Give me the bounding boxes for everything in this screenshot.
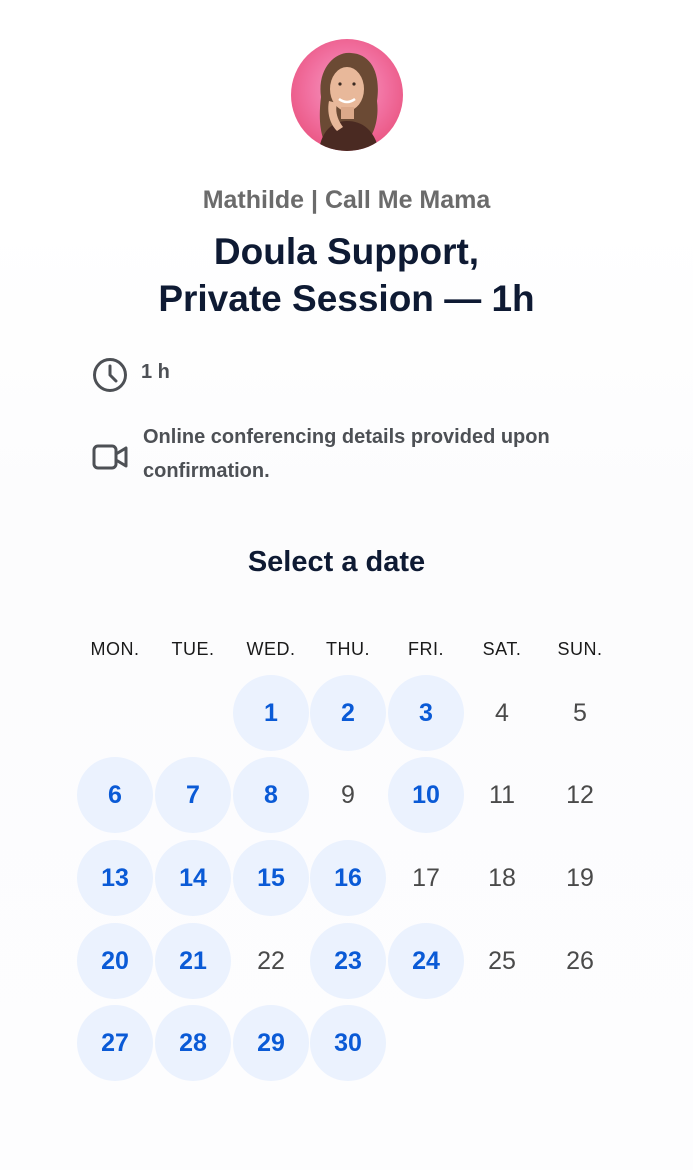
date-unavailable-11: 11 bbox=[489, 780, 515, 809]
owner-name: Mathilde | Call Me Mama bbox=[202, 186, 491, 214]
avatar bbox=[291, 39, 403, 151]
date-button-27[interactable]: 27 bbox=[77, 1005, 153, 1081]
date-button-24[interactable]: 24 bbox=[388, 923, 464, 999]
event-title-line-2: Private Session — 1h bbox=[158, 278, 535, 319]
date-button-6[interactable]: 6 bbox=[77, 757, 153, 833]
date-unavailable-26: 26 bbox=[566, 946, 594, 975]
booking-page: Mathilde | Call Me Mama Doula Support, P… bbox=[0, 0, 693, 1170]
weekday-tue: TUE. bbox=[171, 639, 215, 659]
weekday-sun: SUN. bbox=[557, 639, 603, 659]
date-unavailable-4: 4 bbox=[495, 698, 509, 727]
date-button-2[interactable]: 2 bbox=[310, 675, 386, 751]
date-button-13[interactable]: 13 bbox=[77, 840, 153, 916]
date-button-16[interactable]: 16 bbox=[310, 840, 386, 916]
date-button-7[interactable]: 7 bbox=[155, 757, 231, 833]
event-location-line-2: confirmation. bbox=[143, 460, 270, 482]
date-unavailable-22: 22 bbox=[257, 946, 285, 975]
date-button-1[interactable]: 1 bbox=[233, 675, 309, 751]
date-button-15[interactable]: 15 bbox=[233, 840, 309, 916]
date-unavailable-18: 18 bbox=[488, 863, 516, 892]
date-button-29[interactable]: 29 bbox=[233, 1005, 309, 1081]
date-button-10[interactable]: 10 bbox=[388, 757, 464, 833]
date-unavailable-17: 17 bbox=[412, 863, 440, 892]
date-unavailable-9: 9 bbox=[341, 780, 355, 809]
date-button-30[interactable]: 30 bbox=[310, 1005, 386, 1081]
date-button-20[interactable]: 20 bbox=[77, 923, 153, 999]
event-location: Online conferencing details provided upo… bbox=[143, 420, 613, 488]
date-button-21[interactable]: 21 bbox=[155, 923, 231, 999]
event-location-line-1: Online conferencing details provided upo… bbox=[143, 426, 550, 448]
date-unavailable-25: 25 bbox=[488, 946, 516, 975]
clock-icon bbox=[93, 358, 127, 392]
weekday-thu: THU. bbox=[326, 639, 370, 659]
date-button-3[interactable]: 3 bbox=[388, 675, 464, 751]
weekday-mon: MON. bbox=[90, 639, 140, 659]
date-unavailable-19: 19 bbox=[566, 863, 594, 892]
event-duration: 1 h bbox=[141, 361, 170, 383]
weekday-wed: WED. bbox=[246, 639, 296, 659]
date-button-14[interactable]: 14 bbox=[155, 840, 231, 916]
select-date-heading: Select a date bbox=[247, 546, 426, 578]
video-camera-icon bbox=[92, 444, 128, 470]
weekday-fri: FRI. bbox=[408, 639, 444, 659]
avatar-image bbox=[291, 39, 403, 151]
date-button-28[interactable]: 28 bbox=[155, 1005, 231, 1081]
date-button-23[interactable]: 23 bbox=[310, 923, 386, 999]
weekday-sat: SAT. bbox=[482, 639, 522, 659]
date-button-8[interactable]: 8 bbox=[233, 757, 309, 833]
event-title-line-1: Doula Support, bbox=[213, 231, 480, 272]
date-unavailable-5: 5 bbox=[573, 698, 587, 727]
date-unavailable-12: 12 bbox=[566, 780, 594, 809]
event-title: Doula Support, Private Session — 1h bbox=[60, 228, 633, 322]
